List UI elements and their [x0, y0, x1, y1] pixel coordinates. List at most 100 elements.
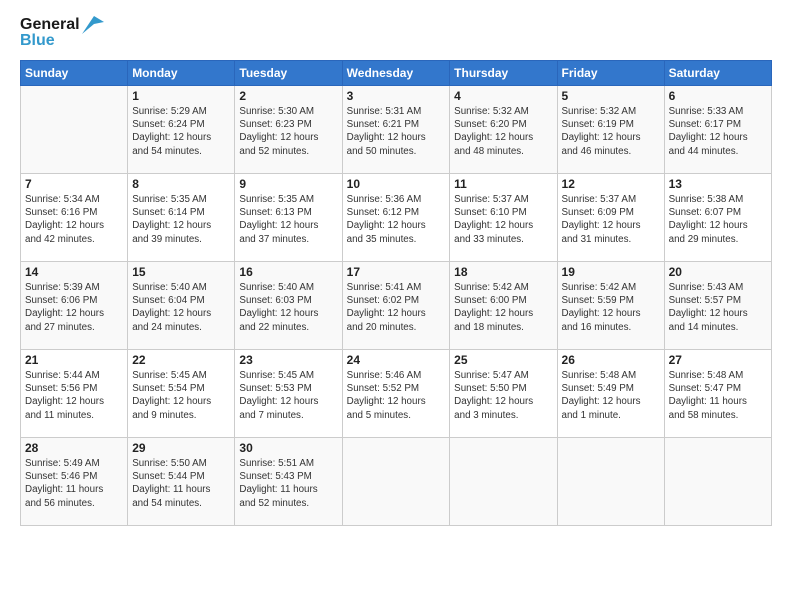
day-info: Sunrise: 5:42 AM Sunset: 5:59 PM Dayligh…	[562, 281, 660, 334]
day-info: Sunrise: 5:32 AM Sunset: 6:20 PM Dayligh…	[454, 105, 552, 158]
calendar-cell: 17 Sunrise: 5:41 AM Sunset: 6:02 PM Dayli…	[342, 262, 450, 350]
calendar-cell: 23 Sunrise: 5:45 AM Sunset: 5:53 PM Dayli…	[235, 350, 342, 438]
day-number: 12	[562, 177, 660, 191]
calendar-cell: 11 Sunrise: 5:37 AM Sunset: 6:10 PM Dayli…	[450, 174, 557, 262]
day-info: Sunrise: 5:46 AM Sunset: 5:52 PM Dayligh…	[347, 369, 446, 422]
weekday-header-sunday: Sunday	[21, 61, 128, 86]
day-info: Sunrise: 5:50 AM Sunset: 5:44 PM Dayligh…	[132, 457, 230, 510]
day-info: Sunrise: 5:41 AM Sunset: 6:02 PM Dayligh…	[347, 281, 446, 334]
day-number: 16	[239, 265, 337, 279]
day-info: Sunrise: 5:29 AM Sunset: 6:24 PM Dayligh…	[132, 105, 230, 158]
day-info: Sunrise: 5:37 AM Sunset: 6:10 PM Dayligh…	[454, 193, 552, 246]
calendar-cell: 20 Sunrise: 5:43 AM Sunset: 5:57 PM Dayli…	[664, 262, 771, 350]
calendar-cell: 26 Sunrise: 5:48 AM Sunset: 5:49 PM Dayli…	[557, 350, 664, 438]
day-info: Sunrise: 5:35 AM Sunset: 6:13 PM Dayligh…	[239, 193, 337, 246]
weekday-header-saturday: Saturday	[664, 61, 771, 86]
calendar-cell: 12 Sunrise: 5:37 AM Sunset: 6:09 PM Dayli…	[557, 174, 664, 262]
day-number: 7	[25, 177, 123, 191]
calendar-cell	[664, 438, 771, 526]
weekday-header-row: SundayMondayTuesdayWednesdayThursdayFrid…	[21, 61, 772, 86]
calendar-cell	[450, 438, 557, 526]
day-info: Sunrise: 5:38 AM Sunset: 6:07 PM Dayligh…	[669, 193, 767, 246]
day-number: 14	[25, 265, 123, 279]
day-info: Sunrise: 5:40 AM Sunset: 6:03 PM Dayligh…	[239, 281, 337, 334]
calendar-cell: 2 Sunrise: 5:30 AM Sunset: 6:23 PM Daylig…	[235, 86, 342, 174]
weekday-header-wednesday: Wednesday	[342, 61, 450, 86]
day-info: Sunrise: 5:35 AM Sunset: 6:14 PM Dayligh…	[132, 193, 230, 246]
day-info: Sunrise: 5:49 AM Sunset: 5:46 PM Dayligh…	[25, 457, 123, 510]
weekday-header-monday: Monday	[128, 61, 235, 86]
day-number: 23	[239, 353, 337, 367]
logo-blue: Blue	[20, 32, 55, 50]
day-number: 4	[454, 89, 552, 103]
logo-bird-icon	[82, 16, 104, 34]
day-number: 6	[669, 89, 767, 103]
calendar-cell: 1Sunrise: 5:29 AM Sunset: 6:24 PM Daylig…	[128, 86, 235, 174]
weekday-header-tuesday: Tuesday	[235, 61, 342, 86]
calendar-cell: 25 Sunrise: 5:47 AM Sunset: 5:50 PM Dayli…	[450, 350, 557, 438]
calendar-cell: 7 Sunrise: 5:34 AM Sunset: 6:16 PM Daylig…	[21, 174, 128, 262]
day-info: Sunrise: 5:36 AM Sunset: 6:12 PM Dayligh…	[347, 193, 446, 246]
calendar-cell: 13Sunrise: 5:38 AM Sunset: 6:07 PM Dayli…	[664, 174, 771, 262]
calendar-cell: 21Sunrise: 5:44 AM Sunset: 5:56 PM Dayli…	[21, 350, 128, 438]
day-info: Sunrise: 5:47 AM Sunset: 5:50 PM Dayligh…	[454, 369, 552, 422]
day-number: 17	[347, 265, 446, 279]
calendar-cell: 4 Sunrise: 5:32 AM Sunset: 6:20 PM Daylig…	[450, 86, 557, 174]
day-info: Sunrise: 5:31 AM Sunset: 6:21 PM Dayligh…	[347, 105, 446, 158]
day-number: 20	[669, 265, 767, 279]
day-info: Sunrise: 5:37 AM Sunset: 6:09 PM Dayligh…	[562, 193, 660, 246]
header: General Blue	[20, 16, 772, 50]
day-info: Sunrise: 5:39 AM Sunset: 6:06 PM Dayligh…	[25, 281, 123, 334]
calendar-cell: 18 Sunrise: 5:42 AM Sunset: 6:00 PM Dayli…	[450, 262, 557, 350]
day-number: 30	[239, 441, 337, 455]
day-number: 3	[347, 89, 446, 103]
day-number: 24	[347, 353, 446, 367]
day-number: 18	[454, 265, 552, 279]
day-number: 8	[132, 177, 230, 191]
calendar-cell: 14 Sunrise: 5:39 AM Sunset: 6:06 PM Dayli…	[21, 262, 128, 350]
page: General Blue SundayMondayTuesdayWednesda…	[0, 0, 792, 612]
day-number: 28	[25, 441, 123, 455]
day-info: Sunrise: 5:48 AM Sunset: 5:47 PM Dayligh…	[669, 369, 767, 422]
calendar-cell: 5Sunrise: 5:32 AM Sunset: 6:19 PM Daylig…	[557, 86, 664, 174]
calendar-cell: 8 Sunrise: 5:35 AM Sunset: 6:14 PM Daylig…	[128, 174, 235, 262]
day-info: Sunrise: 5:51 AM Sunset: 5:43 PM Dayligh…	[239, 457, 337, 510]
calendar-cell	[557, 438, 664, 526]
calendar-week-5: 28 Sunrise: 5:49 AM Sunset: 5:46 PM Dayli…	[21, 438, 772, 526]
calendar-cell: 15 Sunrise: 5:40 AM Sunset: 6:04 PM Dayli…	[128, 262, 235, 350]
calendar-week-4: 21Sunrise: 5:44 AM Sunset: 5:56 PM Dayli…	[21, 350, 772, 438]
calendar-week-1: 1Sunrise: 5:29 AM Sunset: 6:24 PM Daylig…	[21, 86, 772, 174]
calendar-week-3: 14 Sunrise: 5:39 AM Sunset: 6:06 PM Dayli…	[21, 262, 772, 350]
day-number: 9	[239, 177, 337, 191]
day-info: Sunrise: 5:48 AM Sunset: 5:49 PM Dayligh…	[562, 369, 660, 422]
day-info: Sunrise: 5:40 AM Sunset: 6:04 PM Dayligh…	[132, 281, 230, 334]
day-number: 2	[239, 89, 337, 103]
weekday-header-thursday: Thursday	[450, 61, 557, 86]
day-info: Sunrise: 5:42 AM Sunset: 6:00 PM Dayligh…	[454, 281, 552, 334]
calendar-cell: 22Sunrise: 5:45 AM Sunset: 5:54 PM Dayli…	[128, 350, 235, 438]
logo: General Blue	[20, 16, 104, 50]
calendar-cell: 9 Sunrise: 5:35 AM Sunset: 6:13 PM Daylig…	[235, 174, 342, 262]
day-info: Sunrise: 5:30 AM Sunset: 6:23 PM Dayligh…	[239, 105, 337, 158]
day-info: Sunrise: 5:45 AM Sunset: 5:53 PM Dayligh…	[239, 369, 337, 422]
day-info: Sunrise: 5:43 AM Sunset: 5:57 PM Dayligh…	[669, 281, 767, 334]
day-info: Sunrise: 5:34 AM Sunset: 6:16 PM Dayligh…	[25, 193, 123, 246]
day-info: Sunrise: 5:44 AM Sunset: 5:56 PM Dayligh…	[25, 369, 123, 422]
calendar-cell: 29 Sunrise: 5:50 AM Sunset: 5:44 PM Dayli…	[128, 438, 235, 526]
calendar-week-2: 7 Sunrise: 5:34 AM Sunset: 6:16 PM Daylig…	[21, 174, 772, 262]
day-number: 15	[132, 265, 230, 279]
day-info: Sunrise: 5:33 AM Sunset: 6:17 PM Dayligh…	[669, 105, 767, 158]
day-number: 29	[132, 441, 230, 455]
calendar-cell	[342, 438, 450, 526]
calendar-cell: 10Sunrise: 5:36 AM Sunset: 6:12 PM Dayli…	[342, 174, 450, 262]
calendar-cell	[21, 86, 128, 174]
calendar-cell: 27 Sunrise: 5:48 AM Sunset: 5:47 PM Dayli…	[664, 350, 771, 438]
calendar-cell: 6 Sunrise: 5:33 AM Sunset: 6:17 PM Daylig…	[664, 86, 771, 174]
calendar-cell: 3 Sunrise: 5:31 AM Sunset: 6:21 PM Daylig…	[342, 86, 450, 174]
day-number: 26	[562, 353, 660, 367]
day-info: Sunrise: 5:32 AM Sunset: 6:19 PM Dayligh…	[562, 105, 660, 158]
calendar-cell: 28 Sunrise: 5:49 AM Sunset: 5:46 PM Dayli…	[21, 438, 128, 526]
day-number: 27	[669, 353, 767, 367]
day-number: 11	[454, 177, 552, 191]
day-number: 25	[454, 353, 552, 367]
